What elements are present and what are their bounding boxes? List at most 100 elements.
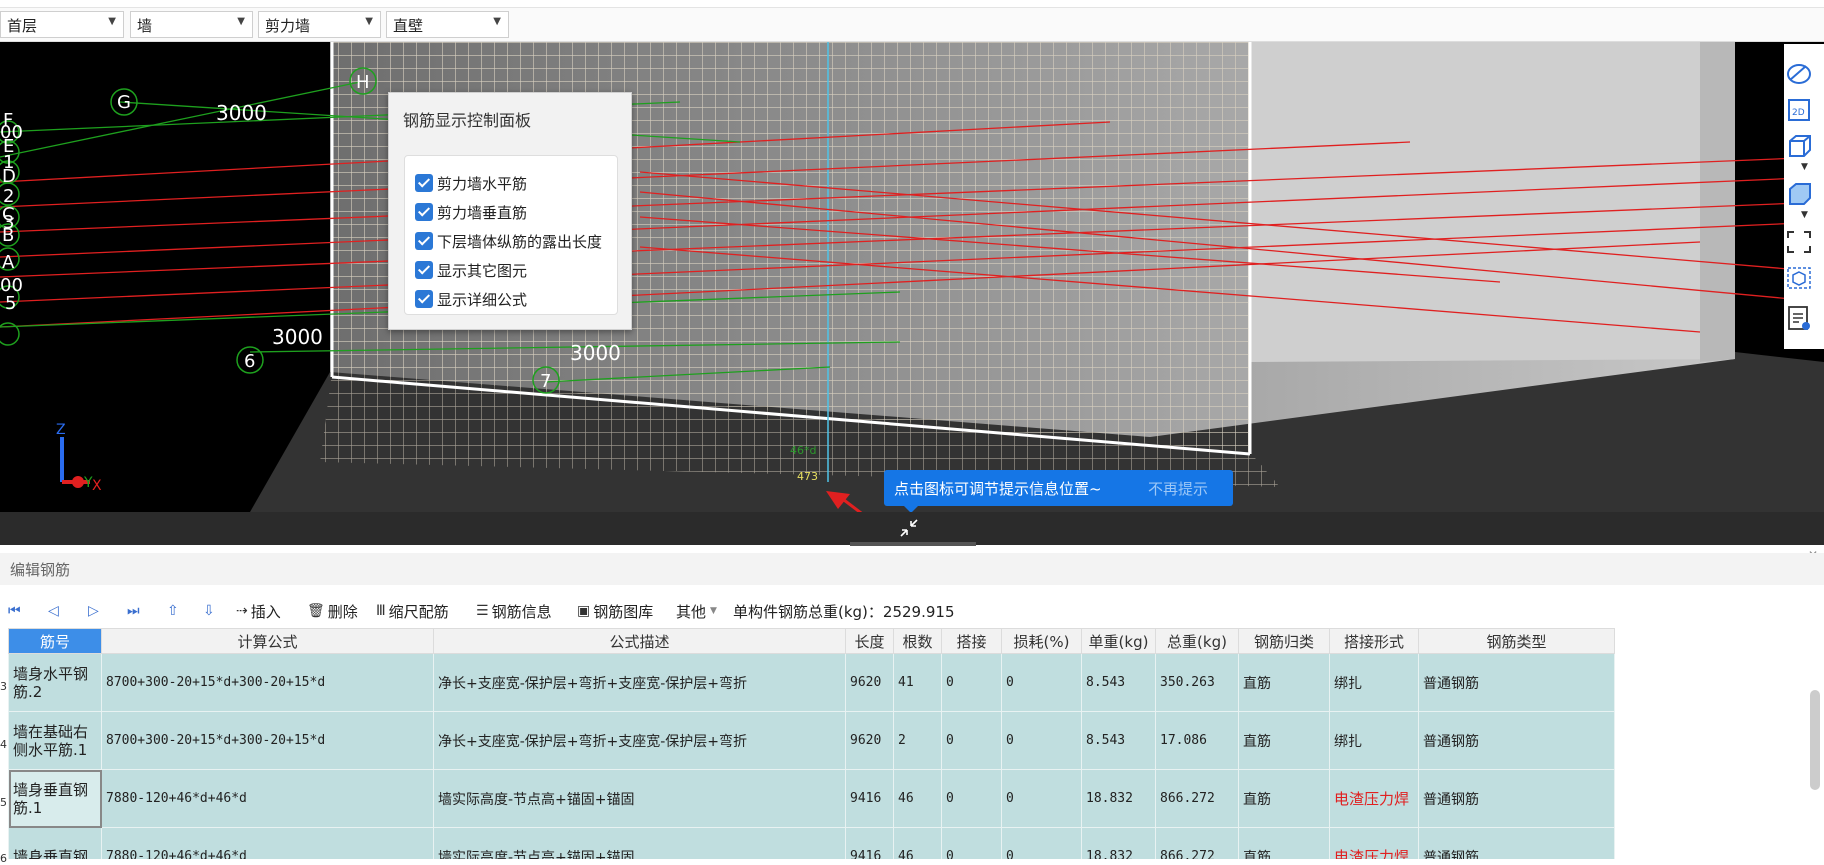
column-header[interactable]: 搭接形式 <box>1329 628 1419 654</box>
table-row[interactable]: 墙身水平钢筋.2 8700+300-20+15*d+300-20+15*d 净长… <box>8 653 1615 712</box>
element-type-select[interactable]: 墙 ▼ <box>130 11 253 38</box>
loss-cell[interactable]: 0 <box>1001 711 1082 770</box>
column-header[interactable]: 损耗(%) <box>1001 628 1082 654</box>
2d-view-icon[interactable]: 2D <box>1784 96 1814 124</box>
fullscreen-icon[interactable] <box>1784 228 1814 256</box>
column-header[interactable]: 筋号 <box>8 628 102 654</box>
rebar-type-cell[interactable]: 普通钢筋 <box>1418 827 1615 859</box>
description-cell[interactable]: 墙实际高度-节点高+锚固+锚固 <box>433 769 846 828</box>
lap-cell[interactable]: 0 <box>941 827 1002 859</box>
last-record-button[interactable]: ⏭ <box>127 600 143 622</box>
wall-shape-select[interactable]: 直壁 ▼ <box>386 11 509 38</box>
unit-weight-cell[interactable]: 8.543 <box>1081 653 1156 712</box>
checkbox-checked-icon[interactable] <box>415 261 433 279</box>
total-weight-cell[interactable]: 866.272 <box>1155 769 1239 828</box>
column-header[interactable]: 总重(kg) <box>1155 628 1239 654</box>
formula-cell[interactable]: 7880-120+46*d+46*d <box>101 769 434 828</box>
delete-button[interactable]: 🗑 删除 <box>307 600 358 622</box>
description-cell[interactable]: 净长+支座宽-保护层+弯折+支座宽-保护层+弯折 <box>433 711 846 770</box>
column-header[interactable]: 钢筋类型 <box>1418 628 1615 654</box>
unit-weight-cell[interactable]: 18.832 <box>1081 827 1156 859</box>
category-cell[interactable]: 直筋 <box>1238 769 1330 828</box>
lap-type-cell[interactable]: 电渣压力焊 <box>1329 769 1419 828</box>
wall-type-select[interactable]: 剪力墙 ▼ <box>258 11 381 38</box>
scale-rebar-button[interactable]: Ⅲ 缩尺配筋 <box>376 600 449 622</box>
column-header[interactable]: 计算公式 <box>101 628 434 654</box>
next-record-button[interactable]: ▷ <box>88 600 102 622</box>
rebar-library-button[interactable]: ▣ 钢筋图库 <box>577 600 653 622</box>
vertical-scrollbar[interactable] <box>1810 690 1820 790</box>
collapse-arrows-icon[interactable] <box>898 517 920 539</box>
option-show-detailed-formula[interactable]: 显示详细公式 <box>415 288 527 310</box>
count-cell[interactable]: 2 <box>893 711 942 770</box>
table-row-selected[interactable]: 墙身垂直钢筋.1 7880-120+46*d+46*d 墙实际高度-节点高+锚固… <box>8 769 1615 828</box>
category-cell[interactable]: 直筋 <box>1238 653 1330 712</box>
rebar-type-cell[interactable]: 普通钢筋 <box>1418 653 1615 712</box>
rebar-name-cell[interactable]: 墙身垂直钢筋.1 <box>8 769 102 828</box>
divider-handle[interactable] <box>850 542 976 546</box>
rebar-type-cell[interactable]: 普通钢筋 <box>1418 711 1615 770</box>
length-cell[interactable]: 9416 <box>845 827 894 859</box>
rebar-name-cell[interactable]: 墙在基础右侧水平筋.1 <box>8 711 102 770</box>
description-cell[interactable]: 墙实际高度-节点高+锚固+锚固 <box>433 827 846 859</box>
dont-show-again-link[interactable]: 不再提示 <box>1148 478 1208 499</box>
move-up-button[interactable]: ⇧ <box>167 600 182 622</box>
chevron-down-icon[interactable]: ▼ <box>1801 210 1808 220</box>
checkbox-checked-icon[interactable] <box>415 174 433 192</box>
count-cell[interactable]: 46 <box>893 769 942 828</box>
column-header[interactable]: 长度 <box>845 628 894 654</box>
lap-type-cell[interactable]: 绑扎 <box>1329 711 1419 770</box>
count-cell[interactable]: 41 <box>893 653 942 712</box>
length-cell[interactable]: 9416 <box>845 769 894 828</box>
previous-record-button[interactable]: ◁ <box>48 600 62 622</box>
rebar-info-button[interactable]: ☰ 钢筋信息 <box>476 600 552 622</box>
formula-cell[interactable]: 8700+300-20+15*d+300-20+15*d <box>101 653 434 712</box>
loss-cell[interactable]: 0 <box>1001 653 1082 712</box>
option-wall-horizontal-rebar[interactable]: 剪力墙水平筋 <box>415 172 527 194</box>
rebar-name-cell[interactable]: 墙身水平钢筋.2 <box>8 653 102 712</box>
column-header[interactable]: 公式描述 <box>433 628 846 654</box>
length-cell[interactable]: 9620 <box>845 711 894 770</box>
lap-type-cell[interactable]: 电渣压力焊 <box>1329 827 1419 859</box>
total-weight-cell[interactable]: 350.263 <box>1155 653 1239 712</box>
unit-weight-cell[interactable]: 8.543 <box>1081 711 1156 770</box>
floor-select[interactable]: 首层 ▼ <box>0 11 124 38</box>
dynamic-view-icon[interactable] <box>1784 264 1814 292</box>
checkbox-checked-icon[interactable] <box>415 290 433 308</box>
checkbox-checked-icon[interactable] <box>415 232 433 250</box>
lap-type-cell[interactable]: 绑扎 <box>1329 653 1419 712</box>
move-down-button[interactable]: ⇩ <box>203 600 218 622</box>
3d-solid-icon[interactable] <box>1784 180 1814 208</box>
total-weight-cell[interactable]: 866.272 <box>1155 827 1239 859</box>
column-header[interactable]: 单重(kg) <box>1081 628 1156 654</box>
category-cell[interactable]: 直筋 <box>1238 827 1330 859</box>
first-record-button[interactable]: ⏮ <box>8 600 24 622</box>
option-lower-wall-exposed-length[interactable]: 下层墙体纵筋的露出长度 <box>415 230 602 252</box>
loss-cell[interactable]: 0 <box>1001 769 1082 828</box>
column-header[interactable]: 钢筋归类 <box>1238 628 1330 654</box>
other-menu-button[interactable]: 其他 ▼ <box>676 600 717 622</box>
orbit-icon[interactable] <box>1784 60 1814 88</box>
option-wall-vertical-rebar[interactable]: 剪力墙垂直筋 <box>415 201 527 223</box>
option-show-other-elements[interactable]: 显示其它图元 <box>415 259 527 281</box>
total-weight-cell[interactable]: 17.086 <box>1155 711 1239 770</box>
3d-viewport[interactable]: G H 6 7 F 00 E 1 D 2 C 3 B A 00 5 3000 3… <box>0 42 1824 512</box>
rebar-type-cell[interactable]: 普通钢筋 <box>1418 769 1615 828</box>
rebar-name-cell[interactable]: 墙身垂直钢 <box>8 827 102 859</box>
3d-box-icon[interactable] <box>1784 132 1814 160</box>
unit-weight-cell[interactable]: 18.832 <box>1081 769 1156 828</box>
table-row[interactable]: 墙在基础右侧水平筋.1 8700+300-20+15*d+300-20+15*d… <box>8 711 1615 770</box>
report-icon[interactable] <box>1784 304 1814 332</box>
description-cell[interactable]: 净长+支座宽-保护层+弯折+支座宽-保护层+弯折 <box>433 653 846 712</box>
count-cell[interactable]: 46 <box>893 827 942 859</box>
formula-cell[interactable]: 7880-120+46*d+46*d <box>101 827 434 859</box>
length-cell[interactable]: 9620 <box>845 653 894 712</box>
formula-cell[interactable]: 8700+300-20+15*d+300-20+15*d <box>101 711 434 770</box>
category-cell[interactable]: 直筋 <box>1238 711 1330 770</box>
lap-cell[interactable]: 0 <box>941 711 1002 770</box>
loss-cell[interactable]: 0 <box>1001 827 1082 859</box>
table-row[interactable]: 墙身垂直钢 7880-120+46*d+46*d 墙实际高度-节点高+锚固+锚固… <box>8 827 1615 859</box>
column-header[interactable]: 根数 <box>893 628 942 654</box>
lap-cell[interactable]: 0 <box>941 769 1002 828</box>
insert-button[interactable]: ⇢ 插入 <box>236 600 281 622</box>
